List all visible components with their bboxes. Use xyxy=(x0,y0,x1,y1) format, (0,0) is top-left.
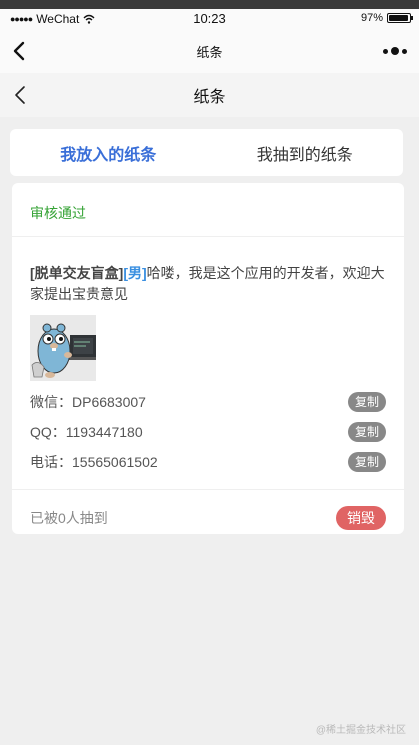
contact-row-phone: 电话：15565061502 复制 xyxy=(30,451,386,473)
dot-icon xyxy=(383,48,388,54)
contact-phone: 电话：15565061502 xyxy=(30,454,158,470)
page-nav-bar: 纸条 xyxy=(0,73,419,117)
chevron-left-icon[interactable] xyxy=(10,84,32,106)
more-dots-icon[interactable] xyxy=(383,47,407,55)
tab-my-notes[interactable]: 我放入的纸条 xyxy=(10,129,207,176)
battery-percent: 97% xyxy=(360,12,383,24)
battery-icon xyxy=(387,13,413,23)
wechat-nav-bar: 纸条 xyxy=(0,29,419,73)
dot-icon xyxy=(402,48,407,54)
note-content: [脱单交友盲盒][男]哈喽，我是这个应用的开发者，欢迎大家提出宝贵意见 xyxy=(30,263,386,305)
battery-fill xyxy=(389,15,409,21)
tab-drawn-notes[interactable]: 我抽到的纸条 xyxy=(207,129,404,176)
battery-info: 97% xyxy=(360,12,413,24)
contact-qq: QQ：1193447180 xyxy=(30,424,143,440)
status-bar: ●●●●● WeChat 10:23 97% xyxy=(0,9,419,29)
wechat-nav-title: 纸条 xyxy=(196,44,223,60)
note-card: 审核通过 [脱单交友盲盒][男]哈喽，我是这个应用的开发者，欢迎大家提出宝贵意见 xyxy=(12,183,404,534)
note-gender: [男] xyxy=(123,265,147,281)
tab-bar: 我放入的纸条 我抽到的纸条 xyxy=(10,129,403,176)
watermark: @稀土掘金技术社区 xyxy=(315,725,406,736)
copy-qq-button[interactable]: 复制 xyxy=(347,422,386,442)
gopher-mascot-image[interactable] xyxy=(30,315,96,381)
contact-wechat: 微信：DP6683007 xyxy=(30,394,146,410)
gopher-illustration xyxy=(30,315,96,381)
dot-icon xyxy=(391,47,399,55)
top-edge xyxy=(0,0,419,9)
status-time: 10:23 xyxy=(193,11,226,26)
contact-row-wechat: 微信：DP6683007 复制 xyxy=(30,391,386,413)
divider xyxy=(12,236,404,237)
note-footer: 已被0人抽到 销毁 xyxy=(30,505,386,531)
review-status: 审核通过 xyxy=(30,205,86,221)
note-tag: [脱单交友盲盒] xyxy=(30,265,124,281)
chevron-left-icon[interactable] xyxy=(8,39,32,63)
contact-row-qq: QQ：1193447180 复制 xyxy=(30,421,386,443)
app-screen: ●●●●● WeChat 10:23 97% 纸条 纸条 我放入的纸条 我抽到的… xyxy=(0,0,419,745)
page-title: 纸条 xyxy=(193,89,226,106)
copy-phone-button[interactable]: 复制 xyxy=(347,452,386,472)
divider xyxy=(12,489,404,490)
destroy-button[interactable]: 销毁 xyxy=(336,506,386,530)
drawn-count: 已被0人抽到 xyxy=(30,510,108,526)
copy-wechat-button[interactable]: 复制 xyxy=(347,392,386,412)
